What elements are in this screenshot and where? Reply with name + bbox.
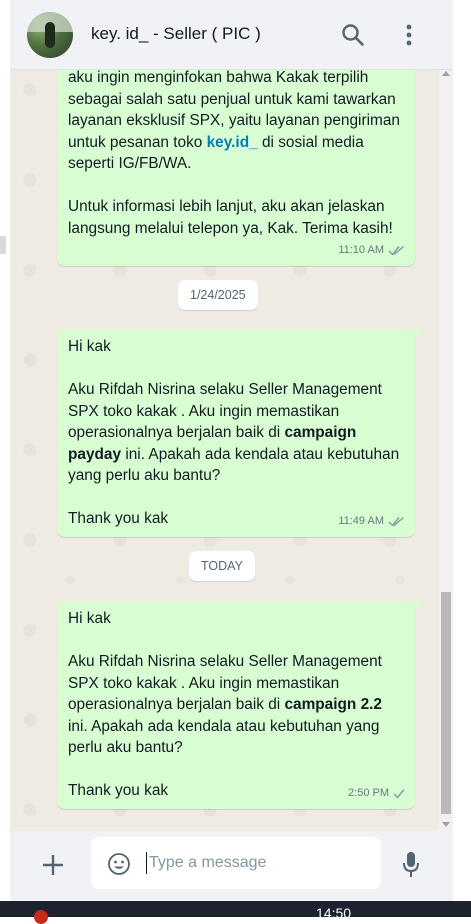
attach-button[interactable]: [42, 854, 64, 876]
message-time: 11:10 AM: [338, 243, 384, 256]
os-taskbar: 14:50: [0, 901, 471, 924]
kebab-menu-icon: [406, 24, 412, 46]
message-bubble-2[interactable]: Hi kak Aku Rifdah Nisrina selaku Seller …: [57, 329, 423, 537]
bubble-tail: [413, 601, 423, 611]
notification-badge-icon[interactable]: [34, 910, 48, 924]
microphone-icon: [403, 852, 419, 877]
chat-pane[interactable]: aku ingin menginfokan bahwa Kakak terpil…: [10, 70, 453, 831]
message-meta: 11:49 AM: [338, 511, 405, 533]
message-text-part: ini. Apakah ada kendala atau kebutuhan y…: [68, 717, 380, 800]
message-bold-text: campaign 2.2: [284, 696, 382, 713]
message-text-1: aku ingin menginfokan bahwa Kakak terpil…: [68, 70, 405, 239]
date-separator: 1/24/2025: [178, 280, 258, 310]
double-check-icon: [388, 245, 404, 256]
double-check-icon: [388, 516, 404, 527]
message-bubble-1[interactable]: aku ingin menginfokan bahwa Kakak terpil…: [57, 70, 415, 266]
message-time: 2:50 PM: [348, 786, 389, 799]
message-meta: 2:50 PM: [348, 783, 405, 805]
message-meta: 11:10 AM: [338, 240, 405, 262]
scroll-down-arrow-icon[interactable]: [442, 822, 450, 827]
date-separator: TODAY: [189, 551, 255, 581]
scroll-thumb[interactable]: [441, 592, 451, 814]
voice-button[interactable]: [402, 851, 420, 879]
message-text-2: Hi kak Aku Rifdah Nisrina selaku Seller …: [68, 336, 405, 530]
message-text-3: Hi kak Aku Rifdah Nisrina selaku Seller …: [68, 608, 405, 802]
message-input[interactable]: [149, 850, 369, 876]
emoji-icon: [108, 853, 130, 875]
search-icon: [342, 24, 364, 46]
chat-scrollbar[interactable]: [439, 70, 453, 831]
left-edge: [0, 0, 10, 917]
avatar-figure: [45, 22, 55, 48]
text-caret: [146, 852, 147, 874]
single-check-icon: [393, 788, 405, 799]
scroll-up-arrow-icon[interactable]: [442, 71, 450, 76]
edge-marker: [0, 236, 6, 254]
avatar[interactable]: [27, 12, 73, 58]
taskbar-clock[interactable]: 14:50: [316, 905, 351, 921]
search-button[interactable]: [340, 22, 366, 48]
message-box[interactable]: [91, 837, 381, 889]
chat-header: key. id_ - Seller ( PIC ): [10, 0, 453, 70]
message-bubble-3[interactable]: Hi kak Aku Rifdah Nisrina selaku Seller …: [57, 601, 423, 809]
store-link[interactable]: key.id_: [207, 134, 258, 151]
menu-button[interactable]: [402, 22, 416, 48]
chat-title[interactable]: key. id_ - Seller ( PIC ): [91, 24, 261, 44]
message-time: 11:49 AM: [338, 514, 384, 527]
composer-bar: [10, 831, 453, 901]
bubble-tail: [413, 329, 423, 339]
emoji-button[interactable]: [107, 852, 131, 876]
plus-icon: [43, 855, 63, 875]
